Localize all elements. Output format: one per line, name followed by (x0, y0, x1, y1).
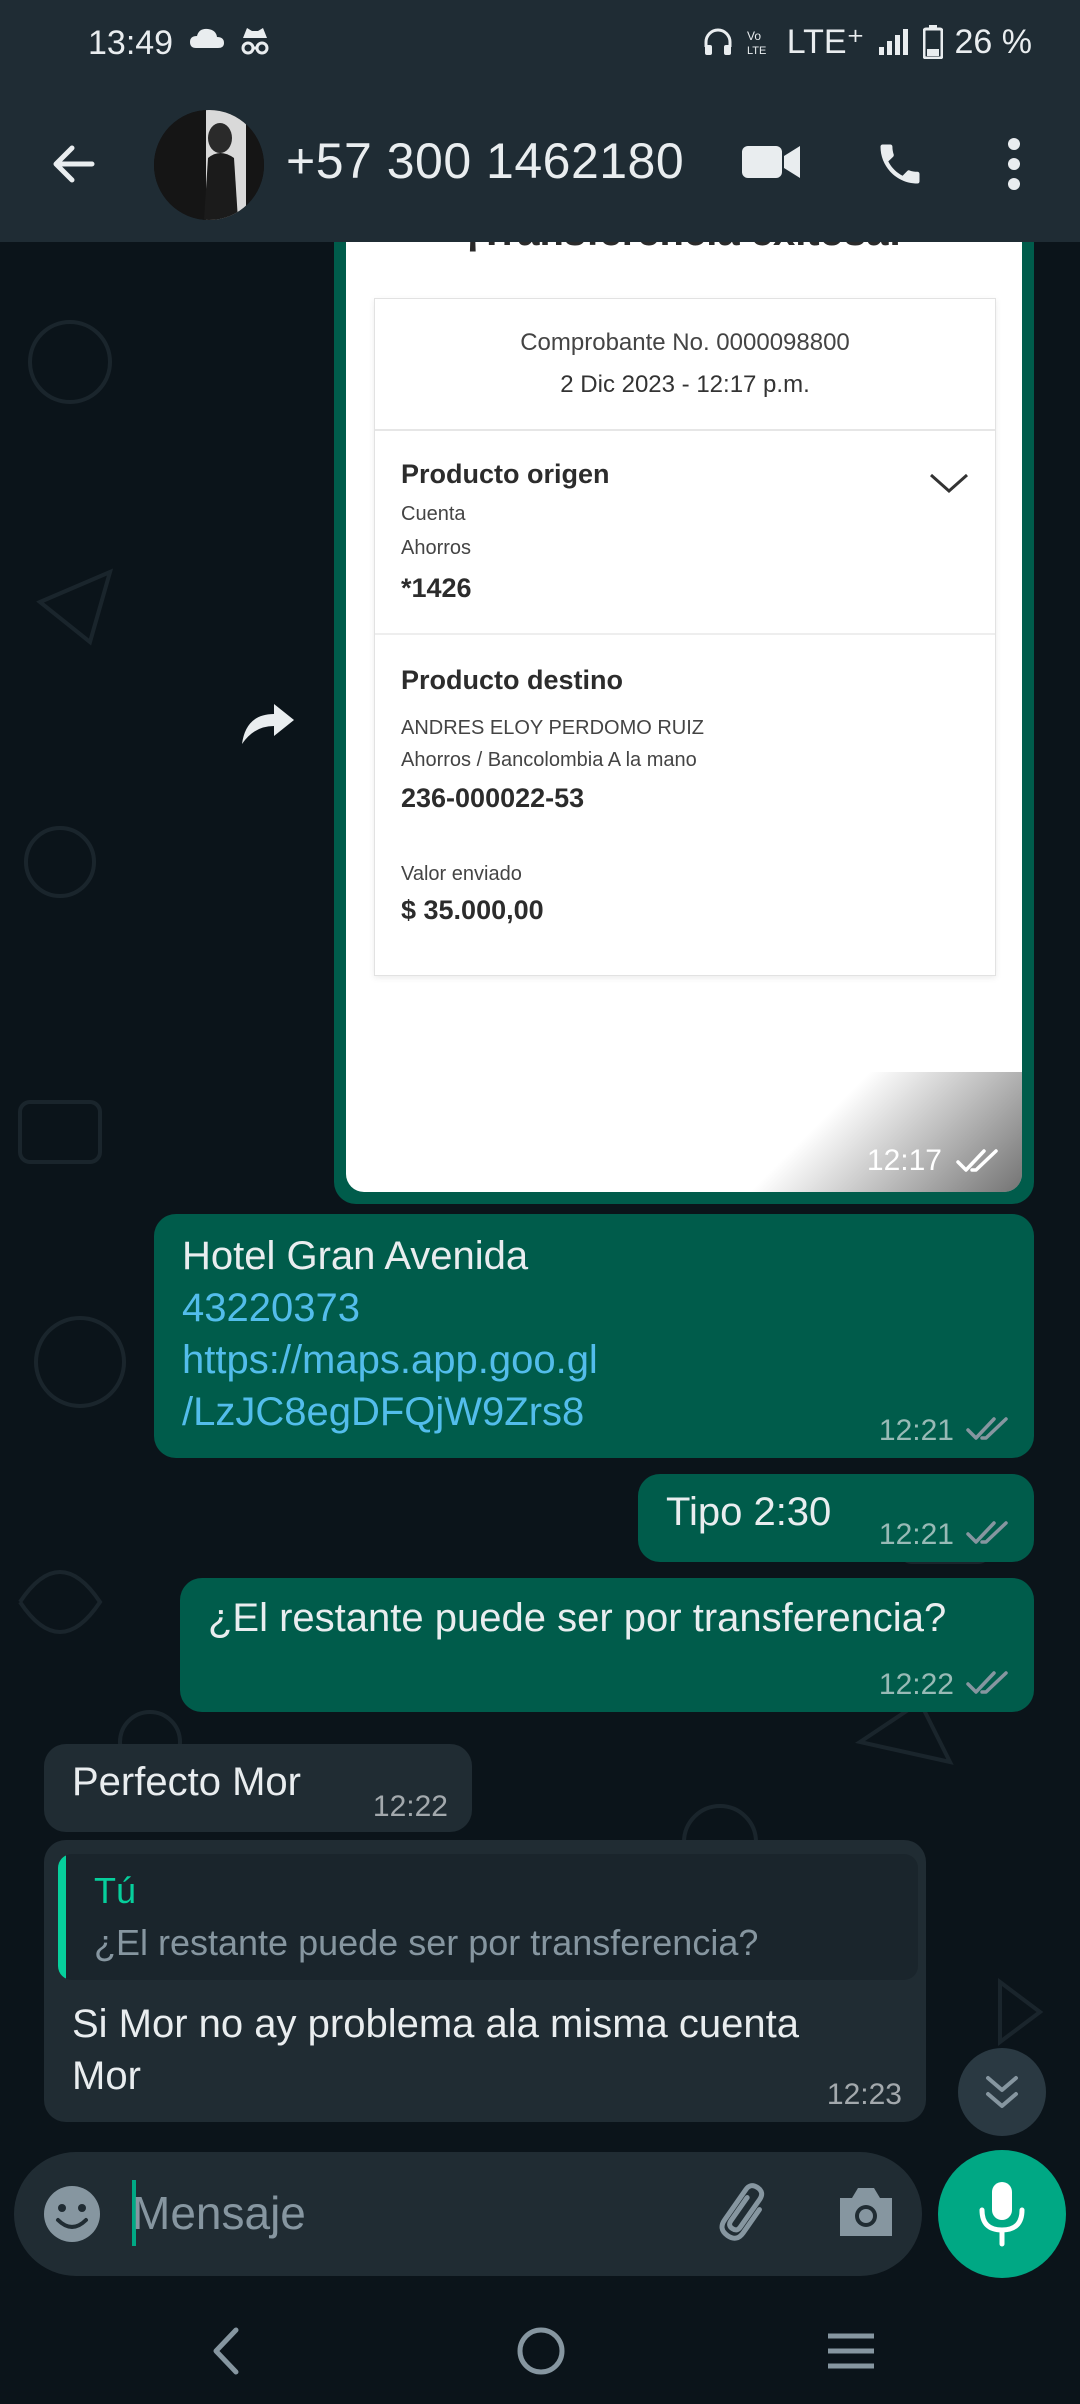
attach-icon[interactable] (714, 2182, 778, 2246)
message-bubble-incoming-reply[interactable]: Tú ¿El restante puede ser por transferen… (44, 1840, 926, 2122)
origin-title: Producto origen (401, 459, 610, 489)
phone-link[interactable]: 43220373 (182, 1282, 598, 1334)
message-bubble-outgoing[interactable]: Tipo 2:30 12:21 (638, 1474, 1034, 1562)
message-text: Perfecto Mor (72, 1760, 301, 1804)
receipt-number: Comprobante No. 0000098800 (520, 329, 850, 356)
emoji-icon[interactable] (42, 2184, 102, 2244)
forward-icon[interactable] (240, 702, 296, 746)
quote-bar (58, 1854, 66, 1980)
network-type: LTE⁺ (786, 23, 865, 61)
receipt-heading: ¡Transferencia exitosa! (346, 242, 1022, 255)
message-time: 12:21 (878, 1518, 954, 1551)
signal-icon (878, 29, 908, 55)
quote-author: Tú (94, 1870, 137, 1911)
chat-header: +57 300 1462180 (0, 90, 1080, 242)
voice-call-icon[interactable] (874, 138, 926, 190)
nav-home-icon[interactable] (516, 2326, 566, 2376)
chat-area[interactable]: ¡Transferencia exitosa! Comprobante No. … (0, 242, 1080, 2142)
contact-avatar[interactable] (154, 110, 264, 220)
camera-icon[interactable] (836, 2184, 896, 2240)
receipt-card: Comprobante No. 0000098800 2 Dic 2023 - … (374, 298, 996, 976)
message-bubble-outgoing[interactable]: ¿El restante puede ser por transferencia… (180, 1578, 1034, 1712)
svg-text:LTE: LTE (747, 45, 766, 57)
double-check-icon (966, 1521, 1008, 1544)
double-chevron-down-icon (986, 2076, 1018, 2108)
battery-level: 26 % (954, 22, 1033, 61)
image-message[interactable]: ¡Transferencia exitosa! Comprobante No. … (334, 242, 1034, 1204)
destination-name: ANDRES ELOY PERDOMO RUIZ (401, 717, 705, 739)
double-check-icon (966, 1671, 1008, 1694)
status-right: Vo LTE LTE⁺ 26 % (703, 22, 1032, 62)
nav-recents-icon[interactable] (826, 2326, 876, 2376)
double-check-icon (966, 1417, 1008, 1440)
headphones-icon (704, 28, 732, 55)
nav-back-icon[interactable] (206, 2326, 246, 2376)
microphone-icon (979, 2182, 1025, 2247)
message-time: 12:22 (372, 1790, 448, 1823)
message-time: 12:21 (878, 1414, 954, 1447)
origin-account: *1426 (401, 573, 472, 603)
origin-label-1: Cuenta (401, 503, 466, 525)
message-composer[interactable]: Mensaje (14, 2152, 922, 2276)
destination-account: 236-000022-53 (401, 783, 585, 813)
message-bubble-incoming[interactable]: Perfecto Mor 12:22 (44, 1744, 472, 1832)
message-text-line-2: Mor (72, 2054, 141, 2098)
scroll-to-bottom-button[interactable] (958, 2048, 1046, 2136)
message-bubble-outgoing[interactable]: Hotel Gran Avenida 43220373 https://maps… (154, 1214, 1034, 1458)
receipt-date: 2 Dic 2023 - 12:17 p.m. (560, 371, 810, 398)
more-options-icon[interactable] (1006, 136, 1022, 192)
origin-label-2: Ahorros (401, 537, 472, 559)
system-nav-bar (0, 2296, 1080, 2404)
status-time: 13:49 (88, 24, 174, 62)
cloud-icon (190, 28, 224, 48)
voice-message-button[interactable] (938, 2150, 1066, 2278)
destination-title: Producto destino (401, 665, 623, 695)
double-check-icon (956, 1149, 998, 1172)
amount-value: $ 35.000,00 (401, 895, 544, 925)
back-arrow-icon[interactable] (48, 138, 100, 190)
svg-text:Vo: Vo (747, 29, 761, 43)
message-time: 12:22 (878, 1668, 954, 1701)
quoted-message[interactable]: Tú ¿El restante puede ser por transferen… (58, 1854, 918, 1980)
quote-text: ¿El restante puede ser por transferencia… (94, 1922, 759, 1963)
video-call-icon[interactable] (742, 142, 800, 182)
status-bar: 13:49 Vo LTE LTE⁺ 26 % (0, 0, 1080, 90)
message-text: Hotel Gran Avenida (182, 1234, 529, 1278)
message-text: ¿El restante puede ser por transferencia… (208, 1596, 947, 1640)
battery-icon (922, 25, 943, 59)
incognito-icon (241, 28, 269, 55)
message-time: 12:23 (826, 2078, 902, 2111)
url-link-2[interactable]: /LzJC8egDFQjW9Zrs8 (182, 1386, 598, 1438)
message-text: Tipo 2:30 (666, 1490, 832, 1534)
receipt-image[interactable]: ¡Transferencia exitosa! Comprobante No. … (346, 242, 1022, 1192)
message-input[interactable]: Mensaje (132, 2186, 306, 2240)
volte-icon: Vo LTE (747, 29, 766, 57)
receipt-header: Comprobante No. 0000098800 2 Dic 2023 - … (375, 299, 995, 431)
receipt-divider (375, 633, 995, 635)
destination-type: Ahorros / Bancolombia A la mano (401, 749, 697, 771)
url-link-1[interactable]: https://maps.app.goo.gl (182, 1334, 598, 1386)
chevron-down-icon (930, 473, 968, 494)
contact-name[interactable]: +57 300 1462180 (286, 132, 684, 190)
message-text-line-1: Si Mor no ay problema ala misma cuenta (72, 2002, 799, 2046)
message-time: 12:17 (866, 1144, 942, 1177)
amount-label: Valor enviado (401, 863, 522, 885)
